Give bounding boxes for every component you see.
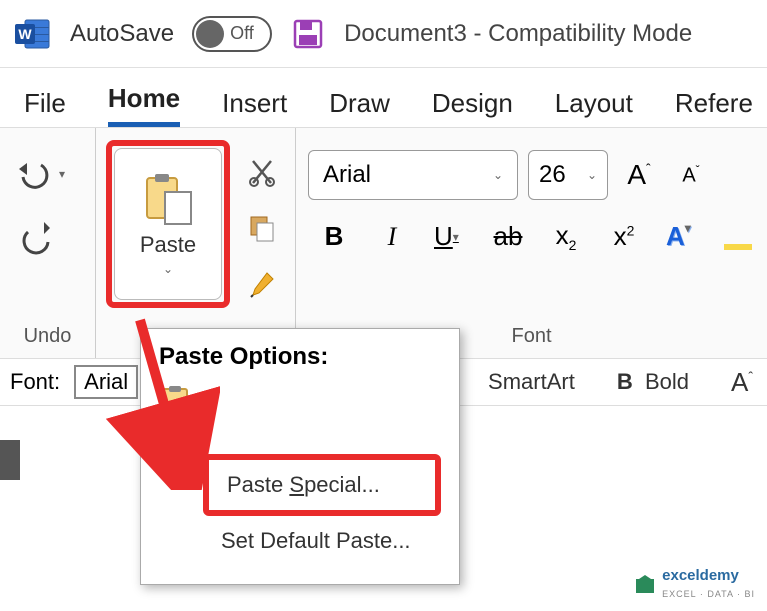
underline-button[interactable]: U▾ — [434, 221, 466, 252]
autosave-label: AutoSave — [70, 20, 174, 48]
font-name-value: Arial — [323, 161, 371, 189]
text-effects-button[interactable]: A▾ — [666, 221, 698, 252]
paste-button[interactable]: Paste ⌄ — [114, 148, 222, 300]
paste-highlight: Paste ⌄ — [106, 140, 230, 308]
undo-group-label: Undo — [0, 319, 95, 358]
bold-button[interactable]: B — [318, 221, 350, 252]
font-size-value: 26 — [539, 161, 566, 189]
chevron-down-icon: ⌄ — [163, 262, 173, 276]
format-painter-button[interactable] — [242, 264, 282, 304]
redo-button[interactable] — [12, 216, 66, 260]
strikethrough-button[interactable]: ab — [492, 221, 524, 252]
tab-references[interactable]: Refere — [675, 88, 753, 127]
increase-font-button[interactable]: Aˆ — [618, 154, 660, 196]
keep-source-formatting-button[interactable] — [159, 385, 441, 434]
bold-quick-button[interactable]: B Bold — [603, 369, 703, 395]
set-default-paste-menuitem[interactable]: Set Default Paste... — [203, 516, 441, 566]
svg-text:W: W — [18, 26, 32, 42]
ribbon: ▾ Undo Paste ⌄ — [0, 128, 767, 358]
watermark: exceldemyEXCEL · DATA · BI — [634, 567, 755, 601]
highlight-color-button[interactable] — [724, 244, 752, 250]
font-group: Arial ⌄ 26 ⌄ Aˆ Aˇ B I U▾ ab x2 x2 A▾ — [296, 128, 767, 358]
tab-design[interactable]: Design — [432, 88, 513, 127]
chevron-down-icon: ⌄ — [493, 168, 503, 182]
font-display-box[interactable]: Arial — [74, 365, 138, 399]
cut-button[interactable] — [242, 152, 282, 192]
toggle-knob — [196, 20, 224, 48]
chevron-down-icon: ▾ — [685, 221, 691, 252]
subscript-button[interactable]: x2 — [550, 220, 582, 253]
ruler-marker — [0, 440, 20, 480]
smartart-button[interactable]: SmartArt — [474, 369, 589, 395]
font-name-dropdown[interactable]: Arial ⌄ — [308, 150, 518, 200]
popup-title: Paste Options: — [159, 343, 441, 371]
paste-label: Paste — [140, 232, 196, 258]
autosave-toggle[interactable]: Off — [192, 16, 272, 52]
tab-draw[interactable]: Draw — [329, 88, 390, 127]
title-bar: W AutoSave Off Document3 - Compatibility… — [0, 0, 767, 68]
word-app-icon: W — [14, 17, 52, 51]
chevron-down-icon: ⌄ — [587, 168, 597, 182]
italic-button[interactable]: I — [376, 222, 408, 252]
chevron-down-icon: ▾ — [453, 230, 459, 244]
undo-button[interactable]: ▾ — [12, 152, 66, 196]
clipboard-group: Paste ⌄ — [96, 128, 296, 358]
toggle-state-label: Off — [230, 23, 254, 44]
tab-layout[interactable]: Layout — [555, 88, 633, 127]
decrease-font-button[interactable]: Aˇ — [670, 154, 712, 196]
paste-special-menuitem[interactable]: Paste Special... — [203, 454, 441, 516]
superscript-button[interactable]: x2 — [608, 221, 640, 252]
copy-button[interactable] — [242, 208, 282, 248]
tab-insert[interactable]: Insert — [222, 88, 287, 127]
clipboard-paste-icon — [139, 172, 197, 228]
font-label: Font: — [10, 369, 60, 395]
undo-group: ▾ Undo — [0, 128, 96, 358]
tab-home[interactable]: Home — [108, 83, 180, 127]
paste-options-popup: Paste Options: Paste Special... Set Defa… — [140, 328, 460, 585]
tab-file[interactable]: File — [24, 88, 66, 127]
ribbon-tabs: File Home Insert Draw Design Layout Refe… — [0, 68, 767, 128]
font-increase-quick[interactable]: Aˆ — [717, 367, 767, 398]
document-title: Document3 - Compatibility Mode — [344, 20, 692, 48]
chevron-down-icon: ▾ — [59, 167, 65, 181]
save-button[interactable] — [290, 16, 326, 52]
font-size-dropdown[interactable]: 26 ⌄ — [528, 150, 608, 200]
